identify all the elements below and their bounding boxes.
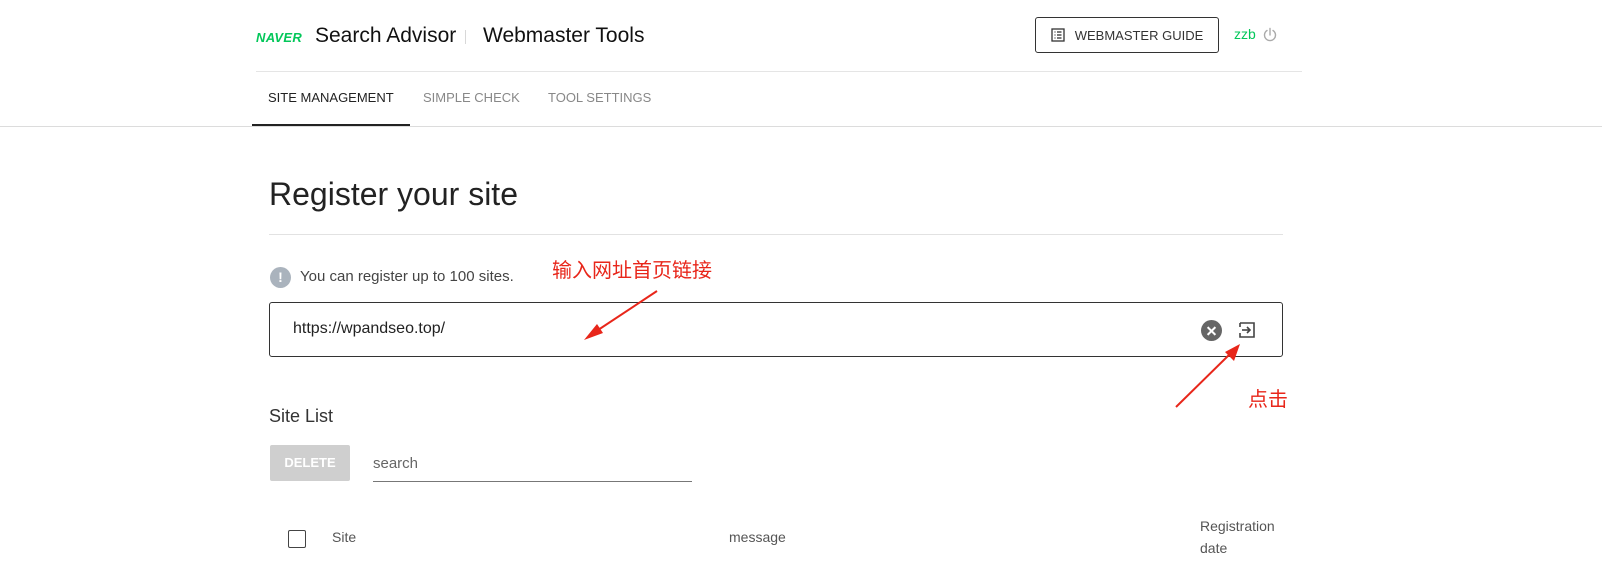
tab-tool-settings[interactable]: TOOL SETTINGS	[548, 72, 651, 126]
webmaster-guide-button[interactable]: WEBMASTER GUIDE	[1035, 17, 1219, 53]
power-icon[interactable]	[1262, 27, 1278, 43]
brand-divider	[465, 30, 466, 44]
select-all-checkbox[interactable]	[288, 530, 306, 548]
registration-label-line2: date	[1200, 540, 1228, 556]
info-icon: !	[270, 267, 291, 288]
registration-label-line1: Registration	[1200, 518, 1275, 534]
user-name[interactable]: zzb	[1234, 26, 1256, 42]
tabs-divider	[0, 126, 1602, 127]
annotation-input-hint: 输入网址首页链接	[552, 258, 712, 282]
column-header-message[interactable]: message	[729, 526, 786, 548]
title-divider	[269, 234, 1283, 235]
site-url-value: https://wpandseo.top/	[293, 320, 446, 337]
document-list-icon	[1051, 28, 1065, 42]
top-header: NAVER Search Advisor Webmaster Tools WEB…	[256, 0, 1302, 72]
tab-site-management[interactable]: SITE MANAGEMENT	[252, 72, 410, 126]
register-submit-icon[interactable]	[1237, 320, 1257, 340]
product-title[interactable]: Webmaster Tools	[483, 24, 644, 48]
page-title: Register your site	[269, 176, 518, 212]
naver-logo[interactable]: NAVER	[256, 30, 302, 45]
annotation-arrows	[584, 290, 1240, 408]
column-header-registration-date[interactable]: Registration date	[1200, 515, 1275, 559]
webmaster-guide-label: WEBMASTER GUIDE	[1074, 27, 1204, 43]
info-text: You can register up to 100 sites.	[300, 268, 514, 285]
delete-button[interactable]: DELETE	[270, 445, 350, 481]
annotation-arrow-click	[1175, 351, 1233, 408]
site-search-input[interactable]	[373, 446, 692, 482]
site-list-title: Site List	[269, 406, 334, 426]
tab-simple-check[interactable]: SIMPLE CHECK	[423, 72, 520, 126]
annotation-click-hint: 点击	[1248, 387, 1288, 411]
site-url-input[interactable]: https://wpandseo.top/	[269, 302, 1283, 357]
column-header-site[interactable]: Site	[332, 526, 356, 548]
brand-title[interactable]: Search Advisor	[315, 24, 456, 48]
clear-icon[interactable]	[1201, 320, 1222, 341]
